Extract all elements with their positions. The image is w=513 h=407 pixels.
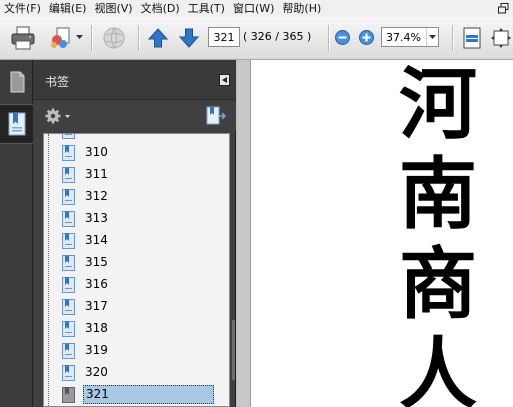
bookmark-icon [62, 320, 75, 337]
expand-bookmark-icon[interactable] [206, 106, 227, 129]
document-view[interactable]: 河南商人 [236, 60, 513, 407]
bookmark-item[interactable]: 312 [62, 187, 222, 206]
panel-header: 书签 [33, 60, 236, 100]
menu-tools[interactable]: 工具(T) [184, 1, 229, 16]
bookmark-item[interactable]: 317 [62, 297, 222, 316]
chevron-down-icon[interactable] [426, 28, 438, 46]
bookmark-label: 321 [83, 385, 214, 404]
page-thumbnails-icon[interactable] [0, 62, 33, 102]
panel-scrollbar[interactable] [232, 320, 235, 380]
toolbar-separator [91, 25, 92, 51]
zoom-out-icon[interactable] [334, 29, 350, 45]
bookmark-item[interactable]: 316 [62, 275, 222, 294]
bookmark-icon [62, 298, 75, 315]
bookmark-icon [62, 364, 75, 381]
bookmark-item[interactable]: 311 [62, 165, 222, 184]
arrow-up-icon[interactable] [146, 26, 170, 50]
document-character: 人 [398, 329, 477, 407]
bookmark-label: 312 [85, 189, 108, 203]
bookmark-item[interactable]: 320 [62, 363, 222, 382]
toolbar-separator [328, 25, 329, 51]
menu-edit[interactable]: 编辑(E) [45, 1, 91, 16]
page-number-input[interactable] [208, 27, 240, 47]
navigation-pane [0, 60, 33, 407]
menu-bar: 文件(F) 编辑(E) 视图(V) 文档(D) 工具(T) 窗口(W) 帮助(H… [0, 0, 513, 17]
bookmark-icon [62, 144, 75, 161]
bookmark-label: 309 [83, 134, 110, 139]
bookmark-item[interactable]: 315 [62, 253, 222, 272]
menu-view[interactable]: 视图(V) [90, 1, 136, 16]
bookmark-label: 313 [85, 211, 108, 225]
bookmark-label: 311 [85, 167, 108, 181]
document-character: 河 [398, 59, 477, 150]
panel-title: 书签 [45, 75, 70, 89]
menu-window[interactable]: 窗口(W) [229, 1, 278, 16]
collapse-panel-button[interactable] [219, 74, 230, 86]
bookmarks-panel: 书签 309 310 311 312 313 314 315 316 [33, 60, 236, 407]
bookmark-icon [62, 210, 75, 227]
bookmark-item[interactable]: 310 [62, 143, 222, 162]
zoom-in-icon[interactable] [358, 29, 374, 45]
bookmark-item[interactable]: 321 [62, 385, 222, 404]
share-dropdown-icon[interactable] [75, 31, 83, 43]
share-icon[interactable] [48, 25, 74, 51]
bookmark-icon [62, 342, 75, 359]
bookmark-label: 310 [85, 145, 108, 159]
menu-help[interactable]: 帮助(H) [278, 1, 325, 16]
bookmark-label: 317 [85, 299, 108, 313]
document-character: 南 [398, 149, 477, 240]
bookmark-icon [62, 134, 75, 139]
toolbar-separator [452, 25, 453, 51]
bookmark-label: 320 [85, 365, 108, 379]
tree-line [48, 134, 49, 406]
bookmark-icon [62, 276, 75, 293]
zoom-value: 37.4% [386, 30, 421, 44]
toolbar-separator [138, 25, 139, 51]
document-page-text: 河南商人 [393, 60, 483, 407]
bookmark-icon [62, 386, 75, 403]
bookmark-icon [62, 188, 75, 205]
document-character: 商 [398, 239, 477, 330]
bookmark-label: 314 [85, 233, 108, 247]
globe-icon[interactable] [100, 25, 128, 51]
full-screen-icon[interactable] [489, 26, 513, 50]
page-count: ( 326 / 365 ) [243, 30, 312, 43]
bookmark-label: 318 [85, 321, 108, 335]
gear-icon[interactable] [45, 108, 71, 127]
menu-file[interactable]: 文件(F) [0, 1, 45, 16]
bookmark-item[interactable]: 314 [62, 231, 222, 250]
bookmark-tree: 309 310 311 312 313 314 315 316 317 318 319 320 321 [43, 133, 230, 407]
bookmark-icon [62, 166, 75, 183]
bookmark-item[interactable]: 318 [62, 319, 222, 338]
document-gutter [237, 60, 251, 407]
bookmark-label: 315 [85, 255, 108, 269]
panel-toolbar [33, 101, 236, 131]
fit-page-icon[interactable] [460, 26, 484, 50]
arrow-down-icon[interactable] [177, 26, 201, 50]
bookmarks-panel-icon[interactable] [0, 104, 33, 144]
zoom-select[interactable]: 37.4% [381, 27, 439, 47]
menu-document[interactable]: 文档(D) [137, 1, 184, 16]
bookmark-label: 319 [85, 343, 108, 357]
bookmark-label: 316 [85, 277, 108, 291]
bookmark-icon [62, 254, 75, 271]
bookmark-icon [62, 232, 75, 249]
print-icon[interactable] [9, 25, 37, 51]
toolbar: ( 326 / 365 ) 37.4% [0, 17, 513, 60]
bookmark-item[interactable]: 309 [62, 134, 222, 140]
bookmark-item[interactable]: 319 [62, 341, 222, 360]
window-restore-icon[interactable] [493, 0, 513, 17]
bookmark-item[interactable]: 313 [62, 209, 222, 228]
